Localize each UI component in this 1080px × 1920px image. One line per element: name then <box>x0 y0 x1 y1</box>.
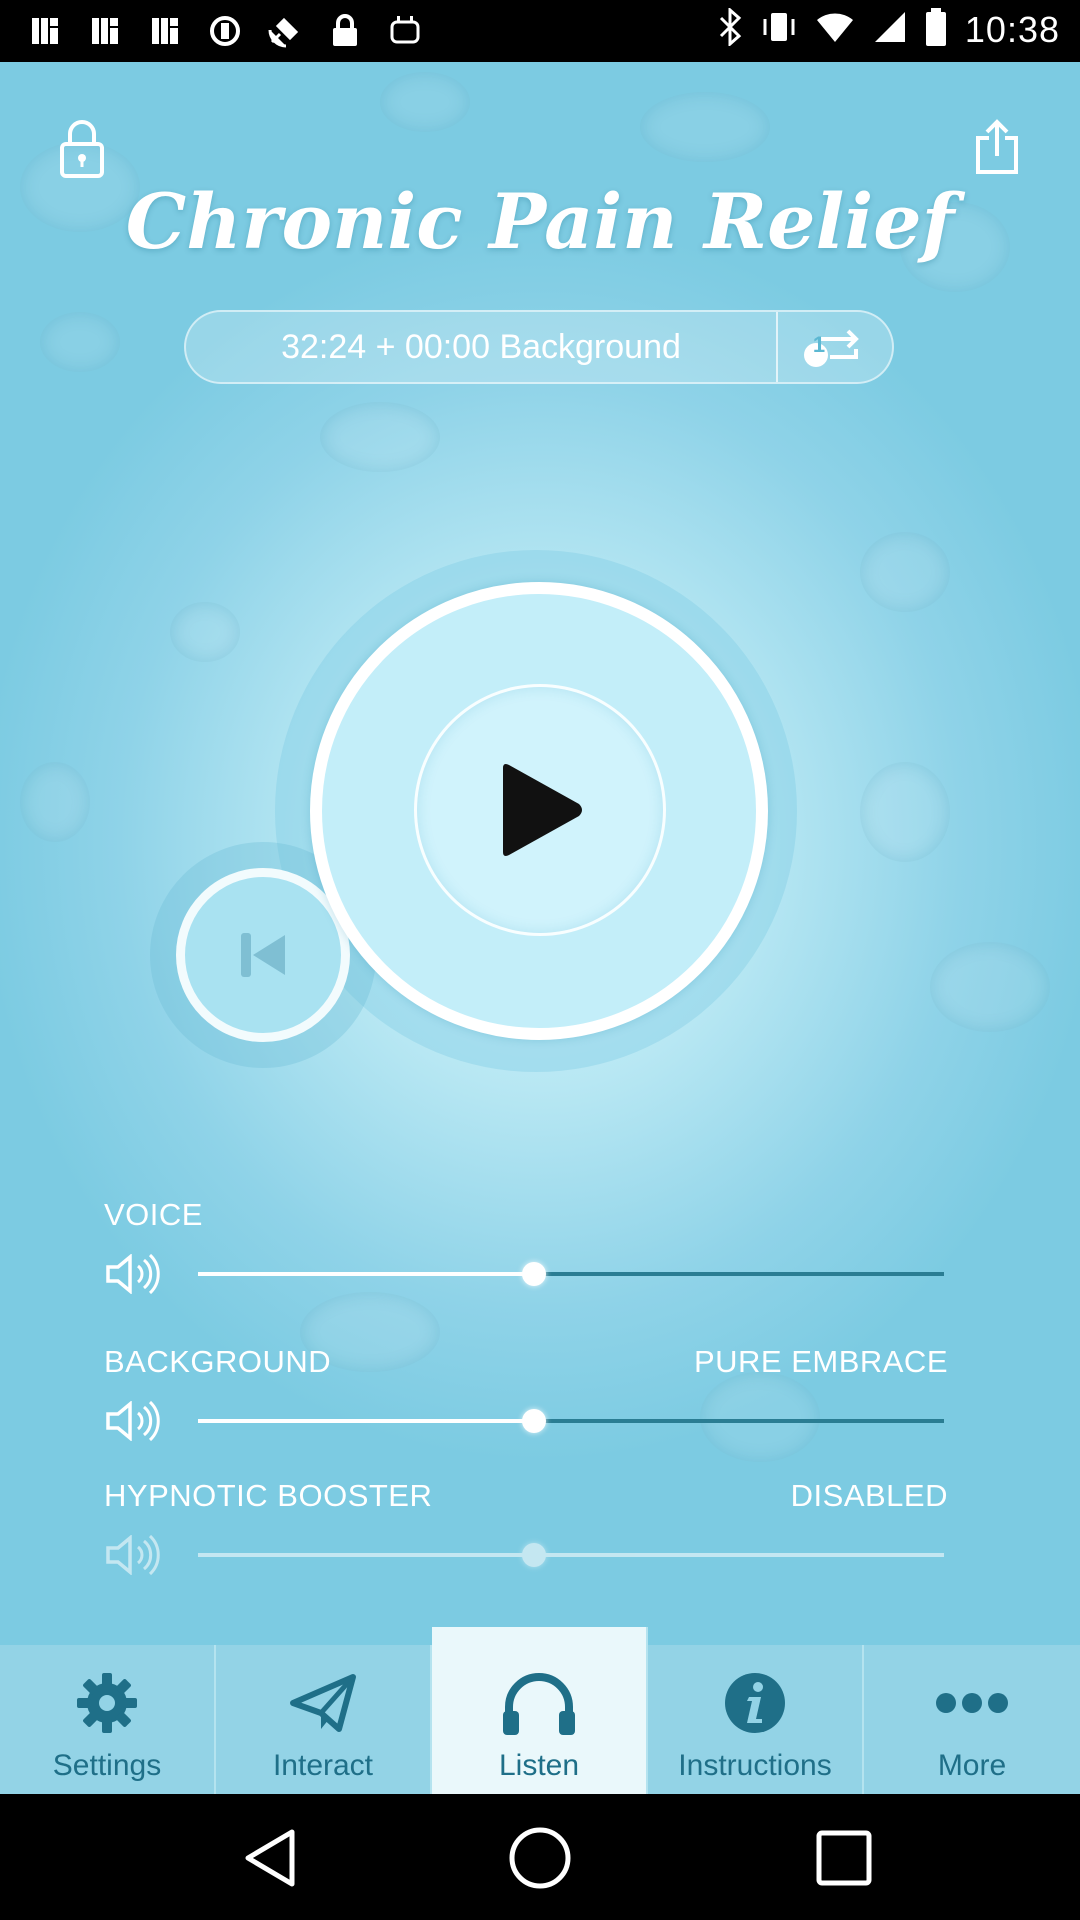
nfc-icon <box>26 12 64 50</box>
session-title: Chronic Pain Relief <box>125 177 955 266</box>
tab-label: Interact <box>272 1749 374 1782</box>
info-icon <box>717 1665 793 1741</box>
hypnotic-booster-slider-rest <box>533 1553 944 1557</box>
bubble-decoration <box>640 92 770 162</box>
skip-back-icon <box>241 933 285 977</box>
nfc-icon <box>146 12 184 50</box>
tab-label: Listen <box>498 1749 580 1782</box>
bubble-decoration <box>860 532 950 612</box>
hypnotic-booster-slider-fill <box>198 1553 534 1557</box>
vibrate-icon <box>761 9 797 50</box>
share-icon <box>976 119 1018 174</box>
voice-slider-rest <box>533 1272 944 1276</box>
background-slider-fill <box>198 1419 534 1423</box>
tab-settings[interactable]: Settings <box>0 1645 216 1794</box>
recents-button[interactable] <box>810 1824 878 1892</box>
headphones-icon <box>501 1665 577 1741</box>
hypnotic-booster-slider-thumb[interactable] <box>521 1543 546 1567</box>
hypnotic-booster-label: HYPNOTIC BOOSTER <box>104 1478 433 1513</box>
android-icon <box>386 12 424 50</box>
play-icon <box>503 764 582 856</box>
speaker-icon <box>104 1534 162 1576</box>
send-icon <box>285 1665 361 1741</box>
clock: 10:38 <box>964 8 1060 50</box>
bottom-tab-bar: Settings Interact Listen Instructions Mo… <box>0 1627 1080 1794</box>
background-slider-rest <box>533 1419 944 1423</box>
hypnotic-booster-slider[interactable] <box>198 1543 944 1567</box>
tab-interact[interactable]: Interact <box>216 1645 432 1794</box>
background-slider[interactable] <box>198 1409 944 1433</box>
lock-button[interactable] <box>58 118 106 180</box>
lock-icon <box>60 120 104 178</box>
session-duration-text: 32:24 + 00:00 Background <box>281 327 681 366</box>
app-screen: Chronic Pain Relief 32:24 + 00:00 Backgr… <box>0 62 1080 1794</box>
bubble-decoration <box>170 602 240 662</box>
recents-icon <box>816 1830 872 1886</box>
tab-listen[interactable]: Listen <box>432 1627 648 1794</box>
speaker-icon <box>104 1253 162 1295</box>
voice-slider-thumb[interactable] <box>521 1262 546 1286</box>
voice-slider-fill <box>198 1272 534 1276</box>
signal-icon <box>873 10 907 49</box>
tab-label: Instructions <box>678 1749 832 1782</box>
back-icon <box>245 1829 295 1887</box>
bubble-decoration <box>860 762 950 862</box>
previous-button[interactable] <box>176 868 350 1042</box>
bubble-decoration <box>930 942 1050 1032</box>
battery-icon <box>925 8 947 51</box>
more-icon <box>934 1665 1010 1741</box>
satellite-icon <box>266 12 304 50</box>
status-bar: 10:38 <box>0 0 1080 62</box>
voice-label: VOICE <box>104 1197 203 1232</box>
play-button[interactable] <box>414 684 666 936</box>
nfc-icon <box>86 12 124 50</box>
lock-icon <box>326 12 364 50</box>
share-button[interactable] <box>972 118 1022 176</box>
tab-label: More <box>937 1749 1007 1782</box>
home-icon <box>509 1827 571 1889</box>
wifi-icon <box>815 10 855 49</box>
bluetooth-icon <box>717 6 743 51</box>
bubble-decoration <box>20 762 90 842</box>
background-slider-thumb[interactable] <box>521 1409 546 1433</box>
bubble-decoration <box>40 312 120 372</box>
background-track-name[interactable]: PURE EMBRACE <box>694 1344 948 1380</box>
repeat-button[interactable]: 1 <box>778 312 892 382</box>
background-label: BACKGROUND <box>104 1344 332 1379</box>
back-button[interactable] <box>236 1824 304 1892</box>
repeat-count: 1 <box>812 332 826 357</box>
bubble-decoration <box>320 402 440 472</box>
session-duration-pill[interactable]: 32:24 + 00:00 Background 1 <box>184 310 894 384</box>
bubble-decoration <box>700 1372 820 1462</box>
tab-instructions[interactable]: Instructions <box>648 1645 864 1794</box>
voice-slider[interactable] <box>198 1262 944 1286</box>
home-button[interactable] <box>506 1824 574 1892</box>
system-navigation-bar <box>0 1794 1080 1920</box>
hypnotic-booster-status[interactable]: DISABLED <box>791 1478 948 1514</box>
speaker-icon <box>104 1400 162 1442</box>
sync-icon <box>206 12 244 50</box>
gear-icon <box>69 1665 145 1741</box>
bubble-decoration <box>380 72 470 132</box>
tab-more[interactable]: More <box>864 1645 1080 1794</box>
tab-label: Settings <box>52 1749 162 1782</box>
